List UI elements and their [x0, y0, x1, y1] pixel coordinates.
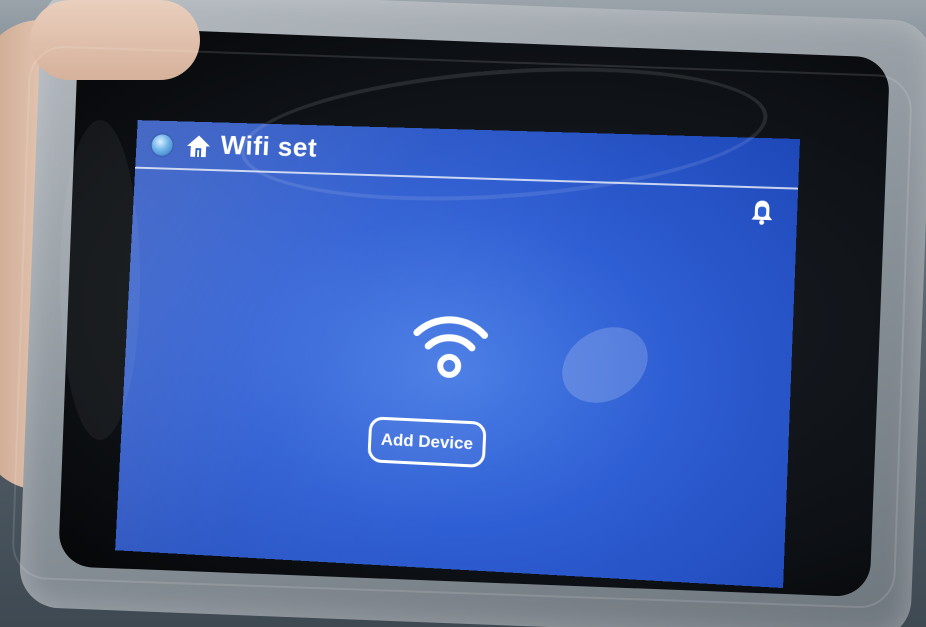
back-globe-icon[interactable] — [151, 134, 174, 157]
home-icon[interactable] — [185, 133, 211, 159]
touch-screen: Wifi set Add Device — [115, 120, 800, 589]
add-device-button[interactable]: Add Device — [367, 416, 487, 469]
photo-scene: Wifi set Add Device — [0, 0, 926, 627]
bell-icon[interactable] — [749, 198, 775, 225]
wifi-icon — [409, 306, 492, 378]
page-title: Wifi set — [219, 130, 318, 163]
holding-thumb — [30, 0, 200, 80]
